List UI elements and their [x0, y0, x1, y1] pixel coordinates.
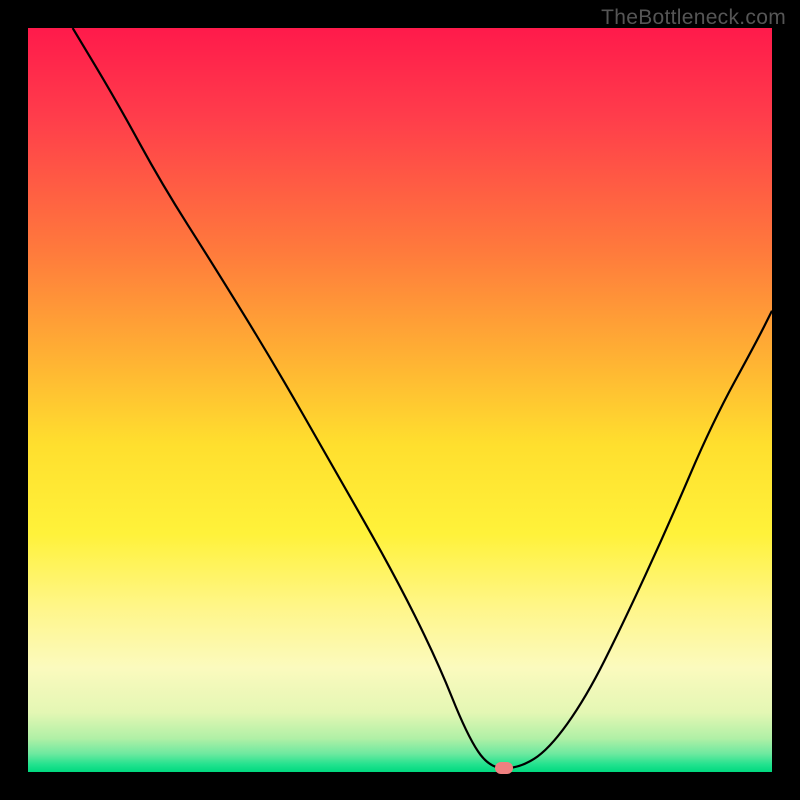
watermark-text: TheBottleneck.com [601, 6, 786, 30]
bottleneck-curve [28, 28, 772, 772]
chart-frame: TheBottleneck.com [0, 0, 800, 800]
plot-area [28, 28, 772, 772]
bottleneck-marker [495, 762, 513, 774]
